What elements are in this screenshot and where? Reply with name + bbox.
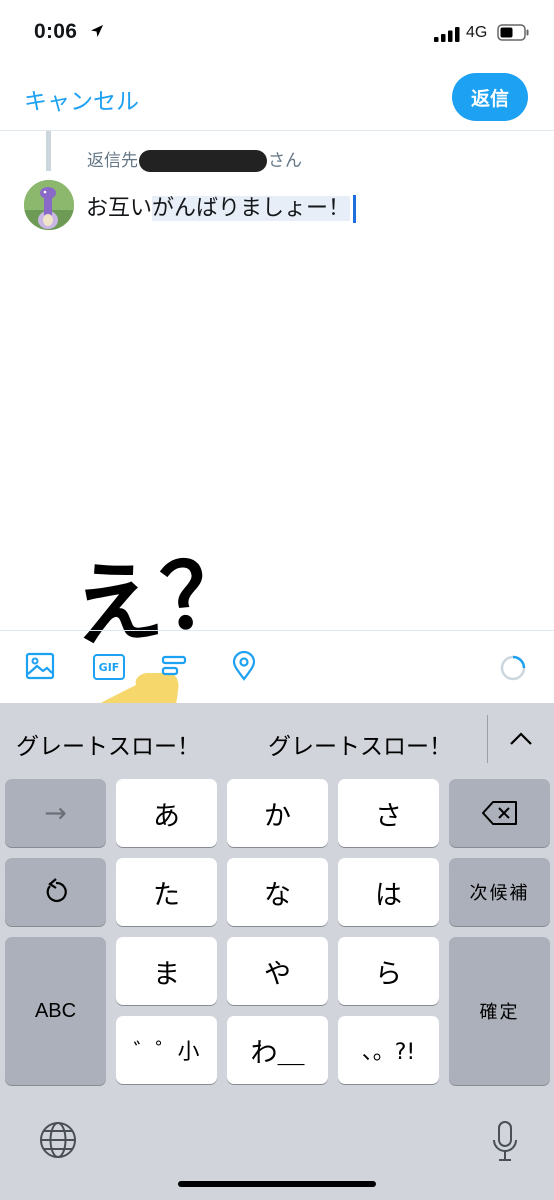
undo-key[interactable]	[5, 858, 106, 926]
network-type: 4G	[466, 24, 488, 41]
key-a[interactable]: あ	[116, 779, 217, 847]
replying-to[interactable]: 返信先 さん	[87, 146, 302, 172]
dakuten-key[interactable]: ゛゜小	[116, 1016, 217, 1084]
punctuation-key[interactable]: 、。?!	[338, 1016, 439, 1084]
keyboard: グレートスロー！ グレートスロー！ → あ か さ た な は 次候補 ABC …	[0, 703, 554, 1200]
suggestion-bar: グレートスロー！ グレートスロー！	[0, 703, 554, 775]
next-candidate-key[interactable]: 次候補	[449, 858, 550, 926]
delete-key[interactable]	[449, 779, 550, 847]
abc-label: ABC	[34, 999, 77, 1022]
arrow-key[interactable]: →	[5, 779, 106, 847]
cellular-signal-icon	[434, 27, 460, 42]
location-arrow-icon	[91, 25, 103, 37]
redacted-username	[139, 150, 267, 172]
avatar-image	[24, 180, 74, 230]
tweet-text-plain: お互い	[86, 196, 153, 221]
reply-button[interactable]: 返信	[452, 73, 528, 121]
key-sa[interactable]: さ	[338, 779, 439, 847]
key-ra[interactable]: ら	[338, 937, 439, 1005]
microphone-icon[interactable]	[492, 1120, 518, 1162]
replying-suffix: さん	[268, 151, 302, 171]
poll-icon[interactable]	[160, 650, 192, 682]
abc-key[interactable]: ABC	[5, 937, 106, 1085]
battery-icon	[497, 24, 529, 41]
key-ta[interactable]: た	[116, 858, 217, 926]
key-wa[interactable]: わ＿	[227, 1016, 328, 1084]
key-ya[interactable]: や	[227, 937, 328, 1005]
progress-ring-icon	[500, 655, 526, 681]
nav-divider	[0, 130, 554, 131]
home-indicator[interactable]	[178, 1181, 376, 1187]
undo-icon	[46, 878, 67, 903]
image-icon[interactable]	[24, 650, 56, 682]
key-ka[interactable]: か	[227, 779, 328, 847]
location-icon[interactable]	[228, 650, 260, 682]
avatar[interactable]	[24, 180, 74, 230]
cancel-button[interactable]: キャンセル	[24, 82, 139, 116]
confirm-label: 確定	[479, 1002, 520, 1023]
key-ma[interactable]: ま	[116, 937, 217, 1005]
chevron-up-icon[interactable]	[506, 727, 536, 751]
text-caret	[353, 195, 357, 223]
suggestion-1[interactable]: グレートスロー！	[16, 727, 200, 761]
confirm-key[interactable]: 確定	[449, 937, 550, 1085]
status-bar: 0:06 4G	[0, 0, 554, 66]
status-time: 0:06	[34, 20, 78, 43]
tweet-text-selected: がんばりましょー！	[152, 196, 351, 221]
suggestion-separator	[487, 715, 488, 763]
delete-icon	[481, 801, 517, 825]
thread-line	[46, 131, 51, 171]
next-candidate-label: 次候補	[469, 883, 530, 904]
key-na[interactable]: な	[227, 858, 328, 926]
gif-icon[interactable]: GIF	[93, 654, 125, 680]
replying-prefix: 返信先	[87, 151, 138, 171]
handwritten-label: え？	[70, 538, 257, 661]
key-ha[interactable]: は	[338, 858, 439, 926]
globe-icon[interactable]	[38, 1120, 78, 1160]
suggestion-2[interactable]: グレートスロー！	[268, 727, 452, 761]
tweet-input[interactable]: お互いがんばりましょー！	[86, 190, 357, 223]
toolbar-divider	[0, 630, 554, 631]
